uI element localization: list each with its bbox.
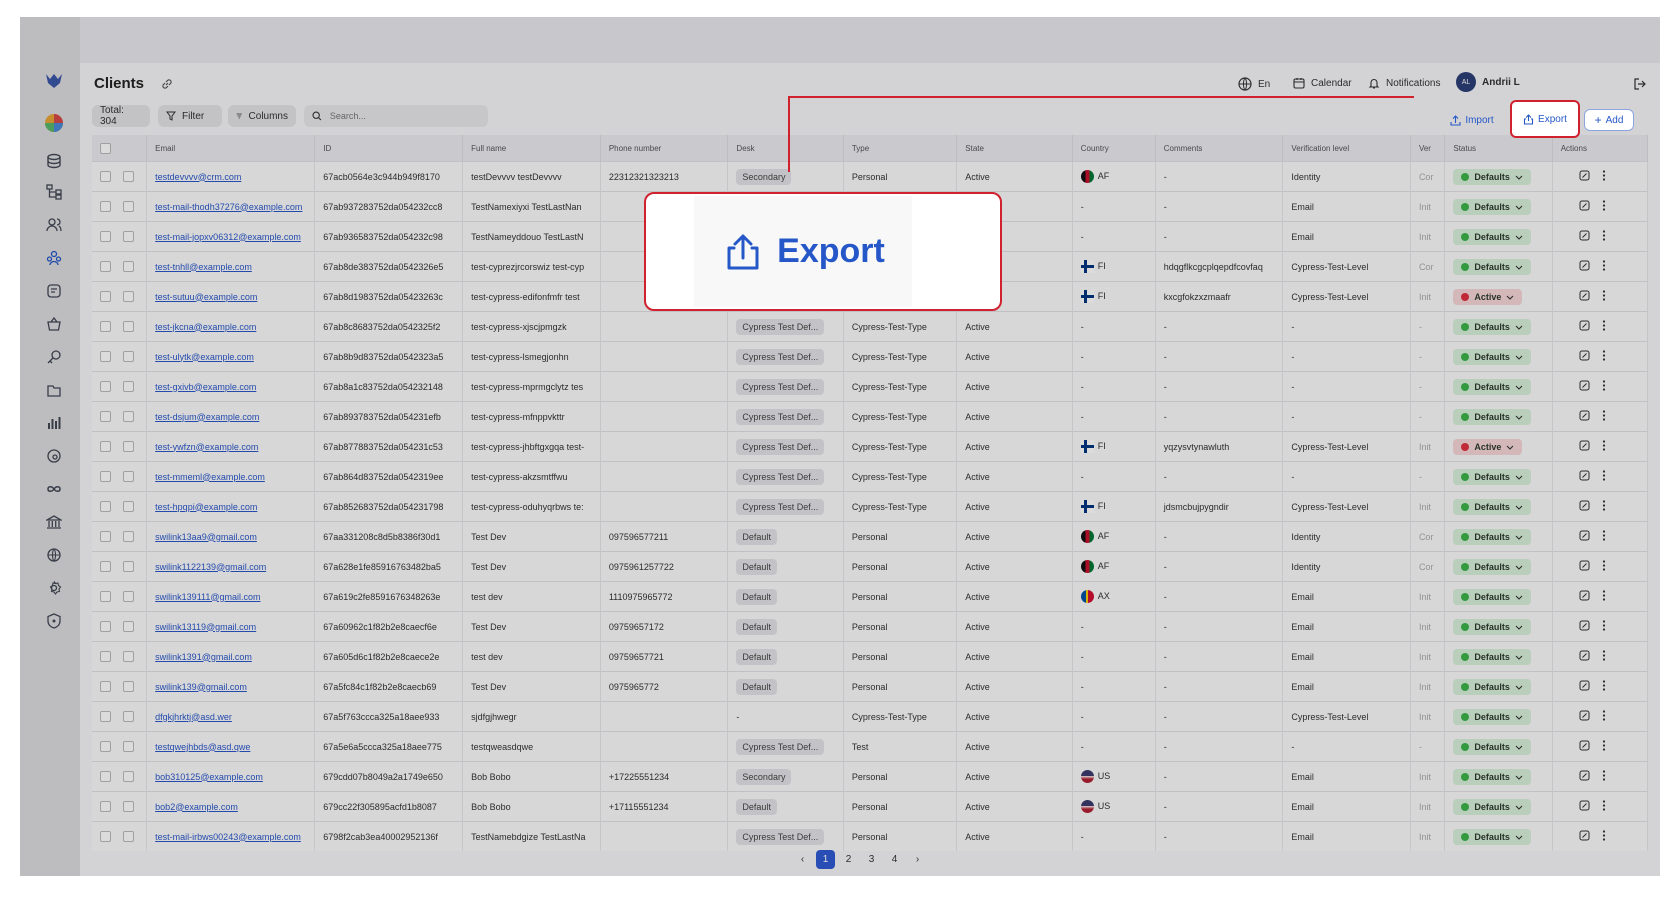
callout-connector-horizontal	[788, 96, 1414, 98]
upload-icon	[1450, 114, 1461, 126]
add-button[interactable]: + Add	[1584, 109, 1634, 131]
add-label: Add	[1605, 114, 1624, 126]
callout-connector-vertical	[788, 96, 790, 172]
upload-icon	[727, 234, 759, 269]
export-callout-content: Export	[694, 196, 912, 307]
export-button[interactable]: Export	[1510, 100, 1580, 138]
upload-icon	[1523, 113, 1534, 125]
export-label: Export	[1538, 113, 1567, 125]
app-frame: Clients En Calendar Notifications AL And…	[20, 17, 1660, 876]
import-label: Import	[1465, 114, 1494, 126]
import-button[interactable]: Import	[1440, 109, 1504, 131]
export-callout: Export	[644, 192, 1002, 311]
dim-overlay	[20, 17, 1660, 876]
plus-icon: +	[1594, 113, 1602, 127]
export-callout-label: Export	[777, 232, 885, 270]
